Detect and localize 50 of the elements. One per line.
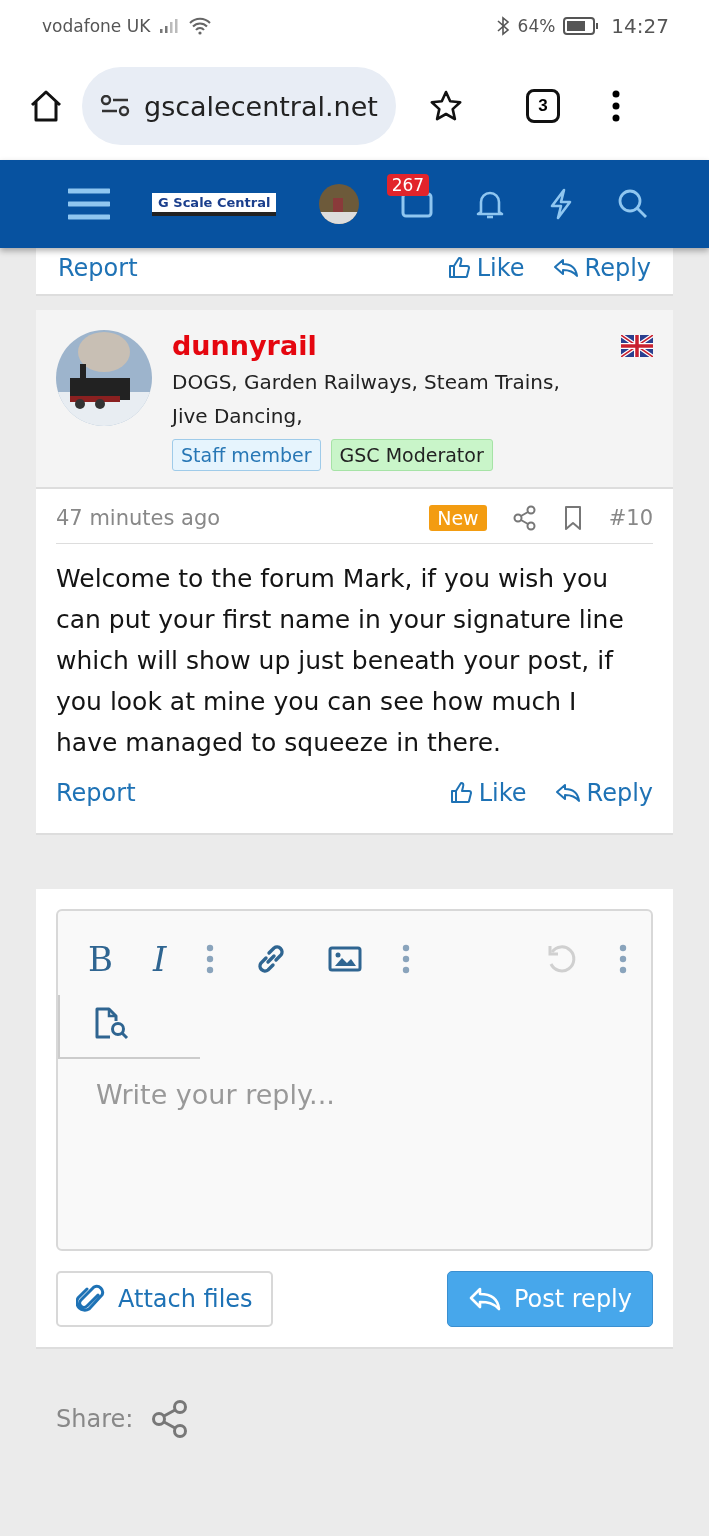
share-icon[interactable]: [512, 505, 537, 531]
site-logo[interactable]: G Scale Central: [152, 192, 277, 216]
reply-arrow-icon: [552, 256, 579, 280]
notification-badge: 267: [386, 174, 430, 196]
search-icon[interactable]: [616, 188, 649, 220]
site-settings-icon[interactable]: [100, 95, 130, 117]
attach-files-button[interactable]: Attach files: [56, 1271, 273, 1327]
reply-editor[interactable]: B I Write your reply...: [56, 909, 653, 1251]
tab-count[interactable]: 3: [525, 89, 560, 123]
thumbs-up-icon: [448, 781, 473, 805]
more-icon[interactable]: [402, 944, 411, 974]
reply-button[interactable]: Reply: [552, 254, 651, 282]
post-reply-button[interactable]: Post reply: [446, 1271, 653, 1327]
like-button[interactable]: Like: [446, 254, 525, 282]
battery-icon: [563, 16, 600, 36]
bluetooth-icon: [495, 16, 510, 36]
paperclip-icon: [76, 1283, 106, 1315]
wifi-icon: [188, 17, 213, 35]
post-text: Welcome to the forum Mark, if you wish you can put your first name in your signature line which will show up just beneath your post, if you look at mine you can see how much I have managed to squeeze in there.: [56, 563, 625, 759]
more-icon[interactable]: [206, 944, 215, 974]
avatar[interactable]: [318, 184, 359, 224]
user-banner: Staff member: [172, 439, 321, 471]
reply-arrow-icon: [554, 781, 581, 805]
reply-button[interactable]: Reply: [554, 779, 653, 807]
flag-icon: [621, 334, 653, 357]
username[interactable]: dunnyrail: [172, 330, 317, 361]
thumbs-up-icon: [446, 256, 471, 280]
report-link[interactable]: Report: [58, 254, 138, 282]
bold-button[interactable]: B: [88, 942, 113, 976]
battery-percent: 64%: [517, 16, 556, 36]
signal-icon: [158, 18, 181, 34]
more-icon[interactable]: [619, 944, 627, 974]
post-number[interactable]: #10: [608, 506, 653, 530]
like-button[interactable]: Like: [448, 779, 527, 807]
post-time[interactable]: 47 minutes ago: [56, 506, 221, 530]
url-text: gscalecentral.net: [144, 90, 378, 122]
address-bar[interactable]: gscalecentral.net: [82, 67, 396, 145]
italic-button[interactable]: I: [153, 942, 167, 976]
report-link[interactable]: Report: [56, 779, 136, 807]
image-icon[interactable]: [328, 945, 363, 973]
new-label: New: [429, 505, 487, 531]
bookmark-icon[interactable]: [562, 505, 583, 531]
reply-arrow-icon: [467, 1285, 502, 1313]
carrier-name: vodafone UK: [42, 16, 151, 36]
share-icon[interactable]: [151, 1399, 190, 1439]
share-label: Share:: [56, 1405, 134, 1433]
user-title: DOGS, Garden Railways, Steam Trains, Jive Dancing,: [172, 369, 561, 430]
user-banner: GSC Moderator: [330, 439, 493, 471]
home-icon[interactable]: [28, 88, 64, 124]
clock: 14:27: [611, 14, 669, 38]
